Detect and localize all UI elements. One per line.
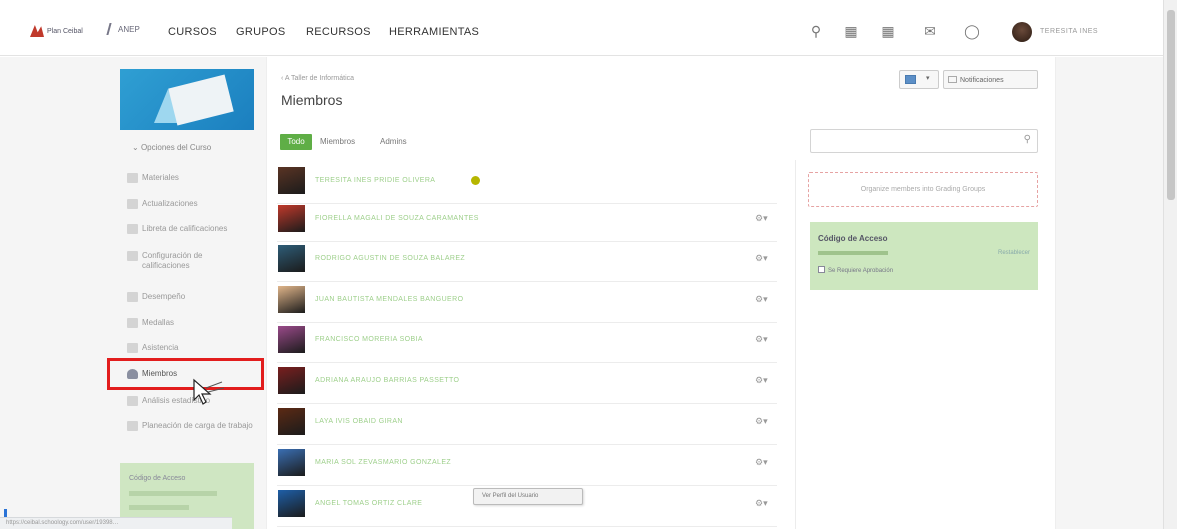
member-options-gear-icon[interactable]: ⚙▾: [755, 375, 768, 386]
badges-icon: [127, 318, 138, 328]
member-name[interactable]: FIORELLA MAGALI DE SOUZA CARAMANTES: [315, 215, 479, 222]
scrollbar-thumb[interactable]: [1167, 10, 1175, 200]
require-approval-checkbox[interactable]: Se Requiere Aprobación: [818, 266, 893, 274]
member-name[interactable]: RODRIGO AGUSTIN DE SOUZA BALAREZ: [315, 255, 465, 262]
member-avatar[interactable]: [278, 326, 305, 353]
filter-all-tab[interactable]: Todo: [280, 134, 312, 150]
member-avatar[interactable]: [278, 449, 305, 476]
bell-icon[interactable]: ◯: [963, 22, 981, 40]
member-avatar[interactable]: [278, 245, 305, 272]
member-options-gear-icon[interactable]: ⚙▾: [755, 334, 768, 345]
notifications-button[interactable]: Notificaciones: [943, 70, 1038, 89]
admin-badge-icon: [471, 176, 480, 185]
member-row[interactable]: JUAN BAUTISTA MENDALES BANGUERO ⚙▾: [277, 282, 777, 323]
search-icon: ⚲: [1023, 134, 1031, 145]
access-code-title: Código de Acceso: [818, 234, 888, 243]
sidebar-item-attendance[interactable]: Asistencia: [127, 343, 263, 353]
member-name[interactable]: ADRIANA ARAUJO BARRIAS PASSETTO: [315, 377, 459, 384]
vertical-scrollbar[interactable]: [1163, 0, 1177, 529]
members-highlight-box: [107, 358, 264, 390]
materials-icon: [127, 173, 138, 183]
nav-groups[interactable]: GRUPOS: [236, 26, 285, 38]
member-options-gear-icon[interactable]: ⚙▾: [755, 457, 768, 468]
mastery-icon: [127, 292, 138, 302]
member-options-gear-icon[interactable]: ⚙▾: [755, 253, 768, 264]
notification-icon: [948, 76, 957, 83]
access-code-value: [818, 251, 888, 255]
reset-code-link[interactable]: Restablecer: [998, 250, 1030, 256]
page-title: Miembros: [281, 92, 343, 108]
member-avatar[interactable]: [278, 167, 305, 194]
member-row[interactable]: LAYA IVIS OBAID GIRAN ⚙▾: [277, 404, 777, 445]
tooltip: Ver Perfil del Usuario: [473, 488, 583, 505]
user-avatar[interactable]: [1012, 22, 1032, 42]
member-options-gear-icon[interactable]: ⚙▾: [755, 213, 768, 224]
calendar-icon[interactable]: ▦: [879, 22, 897, 40]
grade-setup-icon: [127, 251, 138, 261]
filter-admins-tab[interactable]: Admins: [380, 137, 407, 146]
member-options-gear-icon[interactable]: ⚙▾: [755, 416, 768, 427]
user-name[interactable]: TERESITA INES: [1040, 28, 1098, 35]
member-row[interactable]: FRANCISCO MORERIA SOBIA ⚙▾: [277, 322, 777, 363]
view-toggle-button[interactable]: ▾: [899, 70, 939, 89]
layout-icon: [905, 75, 916, 84]
sidebar-item-workload[interactable]: Planeación de carga de trabajo: [127, 421, 259, 431]
mail-icon[interactable]: ✉: [921, 22, 939, 40]
course-options-toggle[interactable]: ⌄ Opciones del Curso: [132, 143, 211, 152]
breadcrumb[interactable]: ‹ A Taller de Informática: [281, 75, 354, 82]
search-icon[interactable]: ⚲: [807, 22, 825, 40]
member-name[interactable]: FRANCISCO MORERIA SOBIA: [315, 336, 423, 343]
member-search-input[interactable]: ⚲: [810, 129, 1038, 153]
nav-tools[interactable]: HERRAMIENTAS: [389, 26, 479, 38]
sidebar-item-badges[interactable]: Medallas: [127, 318, 263, 328]
member-avatar[interactable]: [278, 367, 305, 394]
sidebar-item-mastery[interactable]: Desempeño: [127, 292, 263, 302]
member-name[interactable]: TERESITA INES PRIDIE OLIVERA: [315, 177, 435, 184]
sidebar-item-gradebook[interactable]: Libreta de calificaciones: [127, 224, 263, 234]
chevron-down-icon: ⌄: [132, 143, 141, 152]
grading-groups-dropzone[interactable]: Organize members into Grading Groups: [808, 172, 1038, 207]
apps-grid-icon[interactable]: ▦: [842, 22, 860, 40]
member-name[interactable]: LAYA IVIS OBAID GIRAN: [315, 418, 403, 425]
member-row[interactable]: ADRIANA ARAUJO BARRIAS PASSETTO ⚙▾: [277, 363, 777, 404]
member-name[interactable]: ANGEL TOMAS ORTIZ CLARE: [315, 500, 422, 507]
member-avatar[interactable]: [278, 205, 305, 232]
member-options-gear-icon[interactable]: ⚙▾: [755, 498, 768, 509]
member-avatar[interactable]: [278, 286, 305, 313]
column-divider: [795, 160, 796, 529]
browser-status-url: https://ceibal.schoology.com/user/19398…: [0, 517, 232, 529]
member-row[interactable]: RODRIGO AGUSTIN DE SOUZA BALAREZ ⚙▾: [277, 241, 777, 282]
nav-courses[interactable]: CURSOS: [168, 26, 217, 38]
member-row[interactable]: TERESITA INES PRIDIE OLIVERA: [277, 163, 777, 204]
workload-icon: [127, 421, 138, 431]
access-code-panel: Código de Acceso Restablecer Se Requiere…: [810, 222, 1038, 290]
app-window: Plan Ceibal ANEP CURSOS GRUPOS RECURSOS …: [0, 0, 1177, 529]
caret-down-icon: ▾: [926, 75, 930, 82]
member-row[interactable]: FIORELLA MAGALI DE SOUZA CARAMANTES ⚙▾: [277, 201, 777, 242]
sidebar-item-grade-setup[interactable]: Configuración de calificaciones: [127, 251, 237, 271]
member-name[interactable]: JUAN BAUTISTA MENDALES BANGUERO: [315, 296, 463, 303]
left-access-code-title: Código de Acceso: [129, 475, 186, 482]
analytics-icon: [127, 396, 138, 406]
top-navigation-bar: Plan Ceibal ANEP CURSOS GRUPOS RECURSOS …: [0, 8, 1177, 56]
attendance-icon: [127, 343, 138, 353]
updates-icon: [127, 199, 138, 209]
anep-logo[interactable]: ANEP: [106, 23, 140, 35]
member-row[interactable]: MARIA SOL ZEVASMARIO GONZALEZ ⚙▾: [277, 445, 777, 486]
sidebar-item-updates[interactable]: Actualizaciones: [127, 199, 263, 209]
member-avatar[interactable]: [278, 490, 305, 517]
sidebar-item-materials[interactable]: Materiales: [127, 173, 263, 183]
gradebook-icon: [127, 224, 138, 234]
member-options-gear-icon[interactable]: ⚙▾: [755, 294, 768, 305]
course-image: [120, 69, 254, 130]
member-avatar[interactable]: [278, 408, 305, 435]
filter-members-tab[interactable]: Miembros: [320, 137, 355, 146]
nav-resources[interactable]: RECURSOS: [306, 26, 371, 38]
member-name[interactable]: MARIA SOL ZEVASMARIO GONZALEZ: [315, 459, 451, 466]
plan-ceibal-logo[interactable]: Plan Ceibal: [30, 25, 83, 37]
checkbox-icon: [818, 266, 825, 273]
